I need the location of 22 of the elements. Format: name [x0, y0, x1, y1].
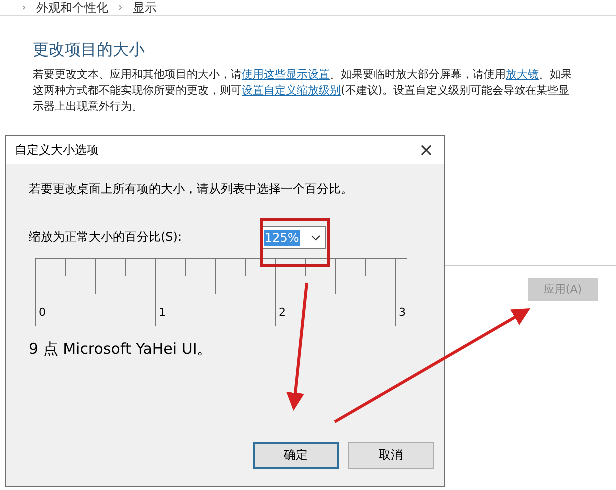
ruler-label: 1: [159, 306, 166, 319]
font-sample-text: 9 点 Microsoft YaHei UI。: [29, 340, 214, 359]
settings-link[interactable]: 使用这些显示设置: [242, 68, 330, 81]
breadcrumb-item[interactable]: 外观和个性化: [36, 0, 108, 14]
ruler-label: 2: [279, 306, 286, 319]
ruler-label: 3: [399, 306, 406, 319]
dialog-title: 自定义大小选项: [15, 142, 99, 158]
cancel-button[interactable]: 取消: [348, 442, 434, 469]
ruler-label: 0: [39, 306, 46, 319]
chevron-down-icon: [311, 234, 321, 240]
chevron-icon: ›: [22, 0, 26, 14]
scale-label: 缩放为正常大小的百分比(S):: [29, 229, 184, 246]
highlight-frame: [260, 218, 330, 268]
description-text: 若要更改文本、应用和其他项目的大小，请使用这些显示设置。如果要临时放大部分屏幕，请使用放大镜。如果这两种方式都不能实现你所要的更改，则可设置自定义缩放级别(不建议)。设置自定义级别可能会导致在某些显示器上出现意外行为。: [33, 67, 573, 115]
settings-link[interactable]: 放大镜: [506, 68, 539, 81]
breadcrumb-item[interactable]: 显示: [132, 0, 157, 14]
instruction-text: 若要更改桌面上所有项的大小，请从列表中选择一个百分比。: [29, 181, 354, 198]
ok-button[interactable]: 确定: [253, 442, 339, 469]
chevron-icon: ›: [118, 0, 123, 14]
settings-link[interactable]: 设置自定义缩放级别: [242, 84, 341, 97]
close-button[interactable]: ×: [416, 140, 436, 160]
section-heading: 更改项目的大小: [33, 40, 146, 61]
